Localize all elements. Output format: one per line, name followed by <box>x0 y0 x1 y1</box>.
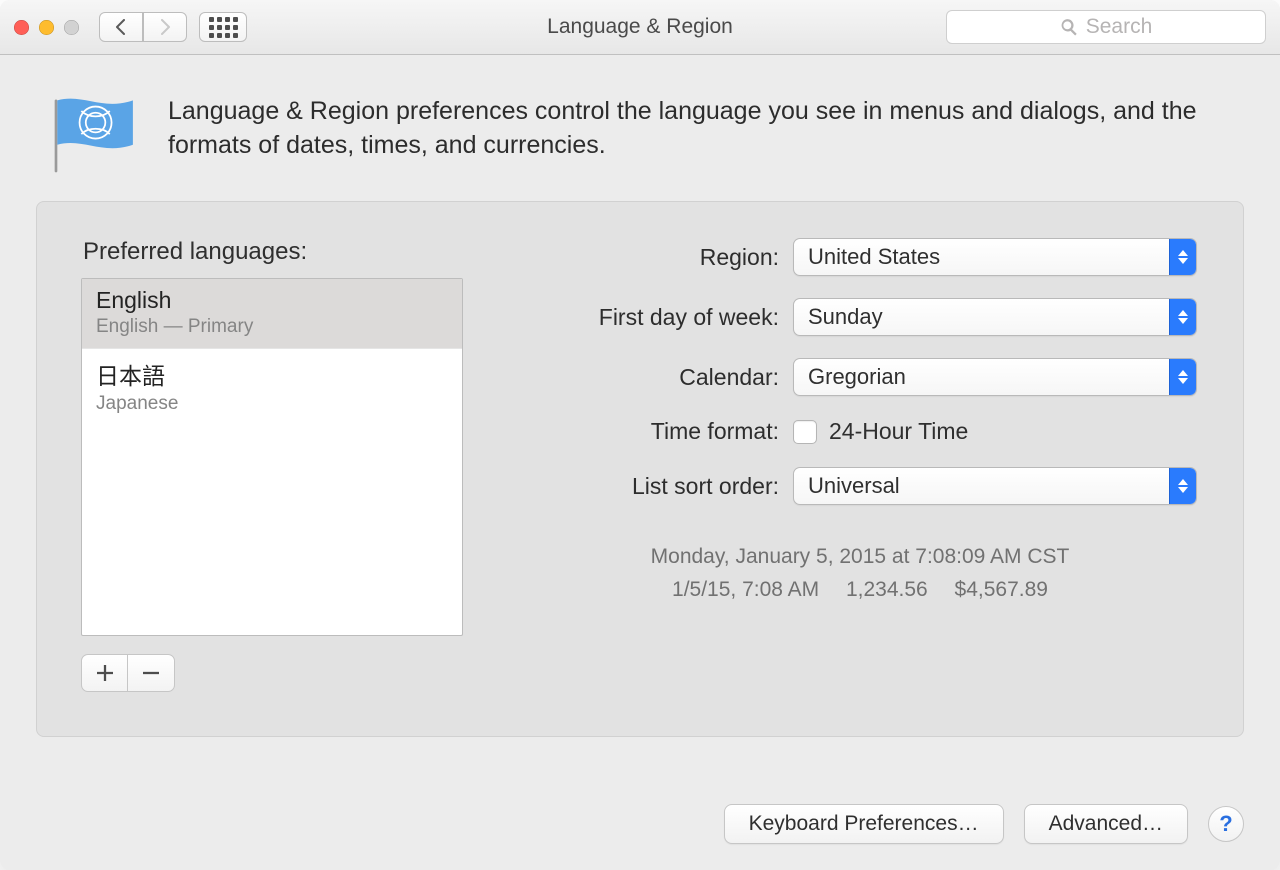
region-popup[interactable]: United States <box>793 238 1197 276</box>
search-icon <box>1060 18 1078 36</box>
preferred-languages-column: Preferred languages: English English — P… <box>81 238 463 692</box>
window: Language & Region Search Language & Regi… <box>0 0 1280 870</box>
show-all-prefs-button[interactable] <box>199 12 247 42</box>
language-name: English <box>96 287 448 314</box>
pane-header: Language & Region preferences control th… <box>0 55 1280 201</box>
back-button[interactable] <box>99 12 143 42</box>
list-sort-row: List sort order: Universal <box>523 467 1197 505</box>
add-remove-segment <box>81 654 175 692</box>
time-format-label: Time format: <box>523 418 793 445</box>
preferred-languages-list[interactable]: English English — Primary 日本語 Japanese <box>81 278 463 636</box>
chevron-updown-icon <box>1169 299 1196 335</box>
footer: Keyboard Preferences… Advanced… ? <box>0 804 1280 844</box>
chevron-updown-icon <box>1169 239 1196 275</box>
search-field[interactable]: Search <box>946 10 1266 44</box>
format-sample: Monday, January 5, 2015 at 7:08:09 AM CS… <box>523 541 1197 606</box>
time-format-checkbox[interactable] <box>793 420 817 444</box>
forward-button <box>143 12 187 42</box>
first-day-value: Sunday <box>794 304 1169 330</box>
list-item[interactable]: 日本語 Japanese <box>82 348 462 425</box>
time-format-row: Time format: 24-Hour Time <box>523 418 1197 445</box>
first-day-popup[interactable]: Sunday <box>793 298 1197 336</box>
chevron-updown-icon <box>1169 468 1196 504</box>
list-item[interactable]: English English — Primary <box>82 279 462 348</box>
region-value: United States <box>794 244 1169 270</box>
time-format-checkbox-label: 24-Hour Time <box>829 418 968 445</box>
window-controls <box>14 20 79 35</box>
pane-description: Language & Region preferences control th… <box>168 95 1240 163</box>
list-sort-label: List sort order: <box>523 473 793 500</box>
list-sort-popup[interactable]: Universal <box>793 467 1197 505</box>
calendar-row: Calendar: Gregorian <box>523 358 1197 396</box>
preferred-languages-heading: Preferred languages: <box>83 238 463 266</box>
format-sample-line1: Monday, January 5, 2015 at 7:08:09 AM CS… <box>523 541 1197 574</box>
advanced-button[interactable]: Advanced… <box>1024 804 1188 844</box>
calendar-value: Gregorian <box>794 364 1169 390</box>
titlebar: Language & Region Search <box>0 0 1280 55</box>
remove-language-button[interactable] <box>128 655 174 691</box>
calendar-popup[interactable]: Gregorian <box>793 358 1197 396</box>
apps-grid-icon <box>209 17 238 38</box>
minus-icon <box>143 665 159 681</box>
first-day-row: First day of week: Sunday <box>523 298 1197 336</box>
format-sample-line2: 1/5/15, 7:08 AM 1,234.56 $4,567.89 <box>523 574 1197 607</box>
chevron-updown-icon <box>1169 359 1196 395</box>
main-pane: Preferred languages: English English — P… <box>36 201 1244 737</box>
close-window-button[interactable] <box>14 20 29 35</box>
region-label: Region: <box>523 244 793 271</box>
keyboard-preferences-button[interactable]: Keyboard Preferences… <box>724 804 1004 844</box>
region-row: Region: United States <box>523 238 1197 276</box>
add-language-button[interactable] <box>82 655 128 691</box>
window-title: Language & Region <box>547 15 733 39</box>
question-icon: ? <box>1219 811 1232 837</box>
list-sort-value: Universal <box>794 473 1169 499</box>
language-subtitle: English — Primary <box>96 316 448 338</box>
minimize-window-button[interactable] <box>39 20 54 35</box>
search-placeholder: Search <box>1086 15 1153 39</box>
language-subtitle: Japanese <box>96 393 448 415</box>
plus-icon <box>97 665 113 681</box>
language-region-icon <box>46 95 138 175</box>
zoom-window-button[interactable] <box>64 20 79 35</box>
help-button[interactable]: ? <box>1208 806 1244 842</box>
language-name: 日本語 <box>96 357 448 391</box>
calendar-label: Calendar: <box>523 364 793 391</box>
nav-segment <box>99 12 187 42</box>
first-day-label: First day of week: <box>523 304 793 331</box>
region-settings-column: Region: United States First day of week:… <box>523 238 1197 692</box>
